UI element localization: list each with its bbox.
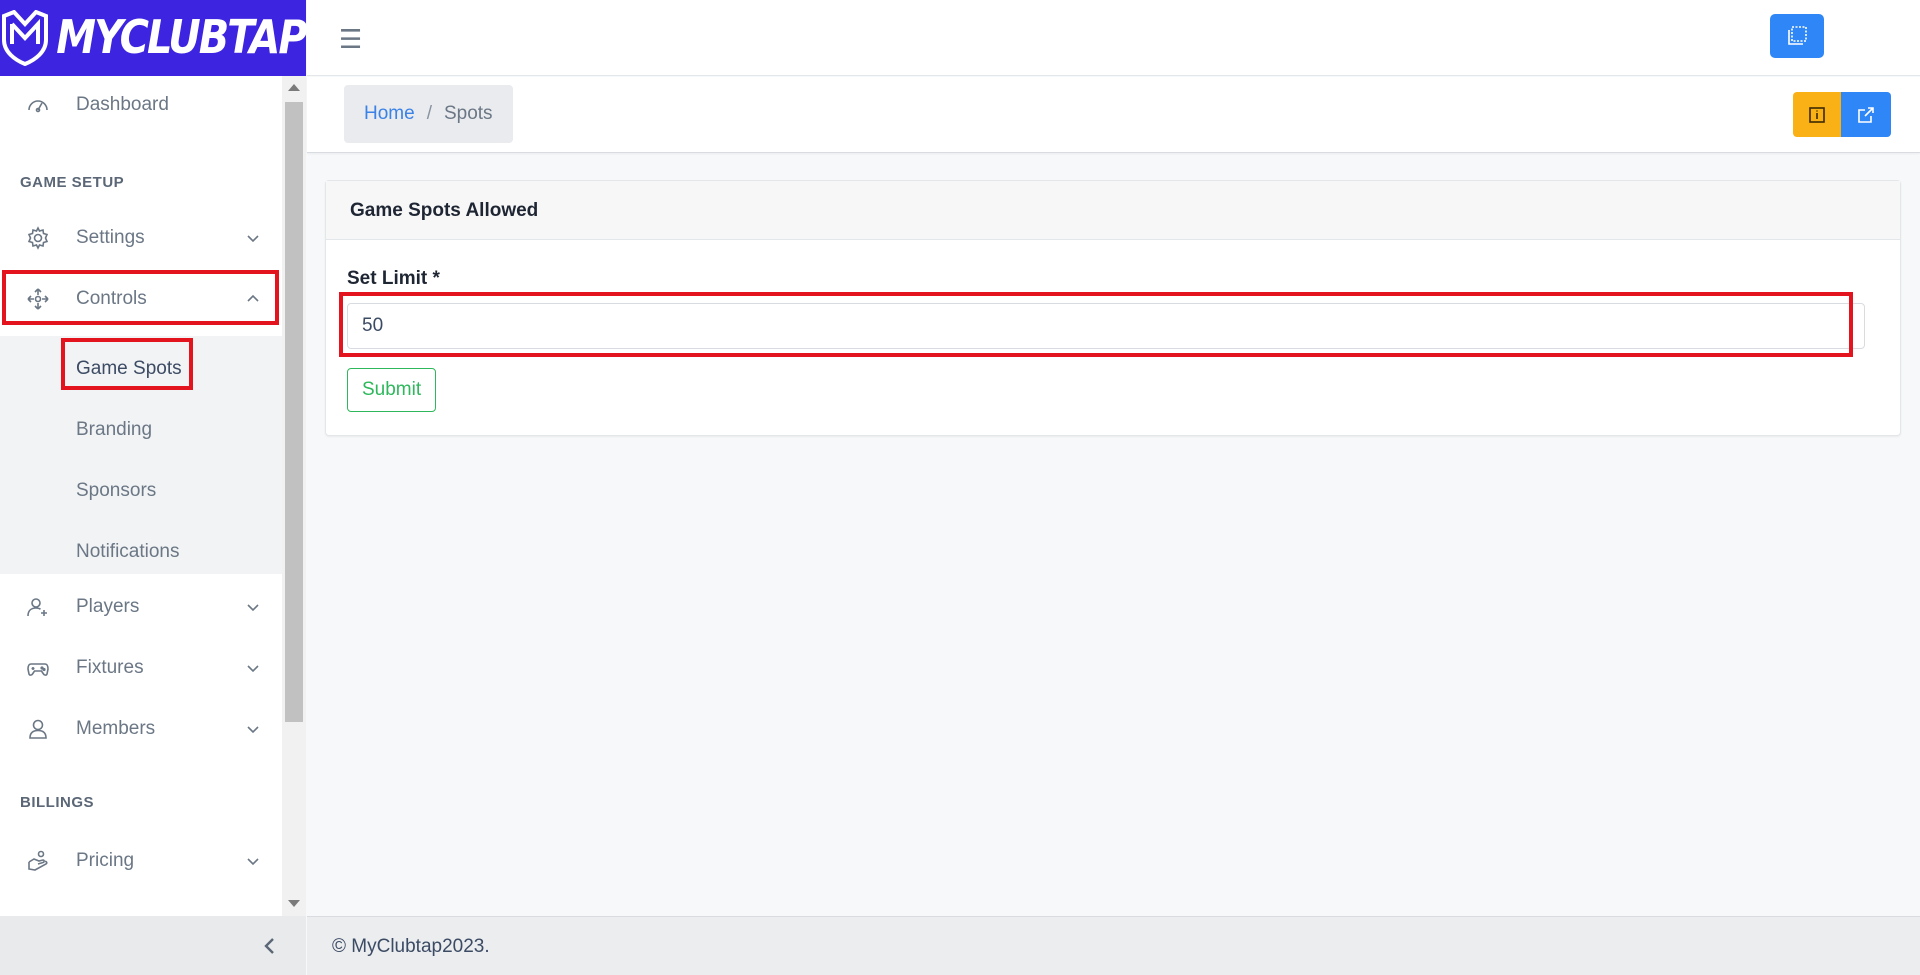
sidebar-item-pricing[interactable]: Pricing (0, 832, 282, 890)
sidebar-scrollbar[interactable] (282, 76, 306, 916)
copy-window-icon (1788, 26, 1807, 45)
page-footer: © MyClubtap2023. (307, 916, 1920, 975)
sidebar-item-label: Settings (76, 227, 145, 248)
sidebar-nav: Dashboard GAME SETUP Settings Controls G… (0, 76, 282, 916)
controls-submenu: Game Spots Branding Sponsors Notificatio… (0, 336, 282, 574)
sidebar-footer (0, 916, 306, 975)
brand-logo[interactable]: MYCLUBTAP (0, 0, 308, 76)
chevron-down-icon (247, 858, 259, 866)
breadcrumb-home-link[interactable]: Home (364, 103, 415, 125)
card-title: Game Spots Allowed (350, 200, 539, 221)
breadcrumb-separator: / (426, 103, 432, 124)
copyright-text: © MyClubtap2023. (332, 936, 490, 957)
toolbar-button-group (1793, 92, 1891, 137)
user-plus-icon (24, 593, 52, 621)
set-limit-input[interactable] (347, 303, 1865, 349)
sidebar: MYCLUBTAP Dashboard GAME SETUP Settings (0, 0, 308, 975)
chevron-down-icon (247, 726, 259, 734)
sidebar-item-label: Players (76, 596, 140, 617)
sidebar-item-label: Pricing (76, 850, 135, 871)
user-icon (24, 715, 52, 743)
scroll-up-arrow-icon[interactable] (288, 84, 300, 91)
sidebar-item-dashboard[interactable]: Dashboard (0, 76, 282, 134)
subheader: Home / Spots (307, 77, 1920, 153)
card-header: Game Spots Allowed (326, 181, 1900, 240)
chevron-left-icon[interactable] (258, 934, 282, 958)
sidebar-item-label: Fixtures (76, 657, 144, 678)
scroll-down-arrow-icon[interactable] (288, 900, 300, 907)
top-header: ☰ (307, 0, 1920, 76)
sidebar-subitem-sponsors[interactable]: Sponsors (76, 480, 156, 502)
external-link-icon (1858, 106, 1874, 123)
sidebar-subitem-game-spots[interactable]: Game Spots (76, 358, 182, 380)
chevron-down-icon (247, 604, 259, 612)
sidebar-item-label: Members (76, 718, 156, 739)
chevron-down-icon (247, 665, 259, 673)
gamepad-icon (24, 654, 52, 682)
game-spots-card: Game Spots Allowed Set Limit * Submit (325, 180, 1901, 436)
hamburger-icon[interactable]: ☰ (339, 24, 362, 55)
move-arrows-icon (24, 285, 52, 313)
open-external-button[interactable] (1841, 92, 1891, 137)
breadcrumb-current: Spots (443, 103, 493, 124)
my-shield-logo-icon (2, 10, 49, 66)
submit-button[interactable]: Submit (347, 368, 437, 412)
chevron-up-icon (247, 294, 259, 302)
speedometer-icon (24, 91, 52, 119)
info-box-icon (1809, 106, 1825, 123)
sidebar-subitem-branding[interactable]: Branding (76, 419, 152, 441)
sidebar-item-label: Dashboard (76, 94, 169, 115)
breadcrumb: Home / Spots (344, 85, 513, 143)
sidebar-item-fixtures[interactable]: Fixtures (0, 639, 282, 697)
gear-icon (24, 224, 52, 252)
sidebar-subitem-notifications[interactable]: Notifications (76, 541, 180, 563)
section-title-billings: BILLINGS (20, 794, 94, 811)
section-title-game-setup: GAME SETUP (20, 174, 125, 191)
sidebar-item-settings[interactable]: Settings (0, 209, 282, 267)
header-action-button[interactable] (1770, 14, 1824, 58)
sidebar-item-controls[interactable]: Controls (0, 270, 282, 328)
chevron-down-icon (247, 235, 259, 243)
set-limit-label: Set Limit * (347, 268, 440, 289)
sidebar-item-label: Controls (76, 288, 147, 309)
sidebar-item-members[interactable]: Members (0, 700, 282, 758)
sidebar-item-players[interactable]: Players (0, 578, 282, 636)
scrollbar-thumb[interactable] (285, 102, 303, 722)
hand-coin-icon (24, 847, 52, 875)
brand-name: MYCLUBTAP (56, 11, 307, 65)
info-button[interactable] (1793, 92, 1841, 137)
